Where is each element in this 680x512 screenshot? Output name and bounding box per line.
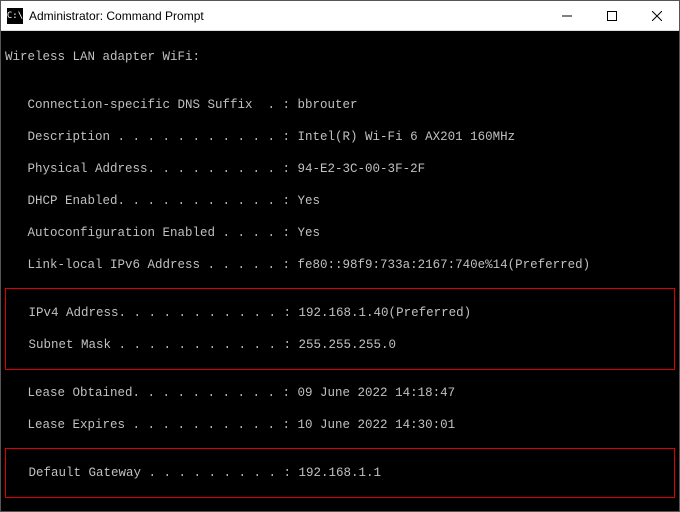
description-line: Description . . . . . . . . . . . : Inte… [5,129,675,145]
physical-address-line: Physical Address. . . . . . . . . : 94-E… [5,161,675,177]
lease-obtained-line: Lease Obtained. . . . . . . . . . : 09 J… [5,385,675,401]
minimize-icon [562,11,572,21]
linklocal-ipv6-line: Link-local IPv6 Address . . . . . : fe80… [5,257,675,273]
lease-expires-line: Lease Expires . . . . . . . . . . : 10 J… [5,417,675,433]
maximize-button[interactable] [589,1,634,30]
cmd-icon: C:\ [7,8,23,24]
ipv4-address-line: IPv4 Address. . . . . . . . . . . : 192.… [6,305,672,321]
adapter-header: Wireless LAN adapter WiFi: [5,49,675,65]
minimize-button[interactable] [544,1,589,30]
autoconfig-line: Autoconfiguration Enabled . . . . : Yes [5,225,675,241]
window-controls [544,1,679,30]
close-icon [652,11,662,21]
dns-suffix-line: Connection-specific DNS Suffix . : bbrou… [5,97,675,113]
highlight-box-gateway: Default Gateway . . . . . . . . . : 192.… [5,448,675,498]
default-gateway-line: Default Gateway . . . . . . . . . : 192.… [6,465,672,481]
command-prompt-window: C:\ Administrator: Command Prompt Wirele… [0,0,680,512]
window-title: Administrator: Command Prompt [29,9,204,23]
terminal-output[interactable]: Wireless LAN adapter WiFi: Connection-sp… [1,31,679,511]
highlight-box-ipv4-subnet: IPv4 Address. . . . . . . . . . . : 192.… [5,288,675,370]
close-button[interactable] [634,1,679,30]
maximize-icon [607,11,617,21]
dhcp-enabled-line: DHCP Enabled. . . . . . . . . . . : Yes [5,193,675,209]
titlebar[interactable]: C:\ Administrator: Command Prompt [1,1,679,31]
subnet-mask-line: Subnet Mask . . . . . . . . . . . : 255.… [6,337,672,353]
